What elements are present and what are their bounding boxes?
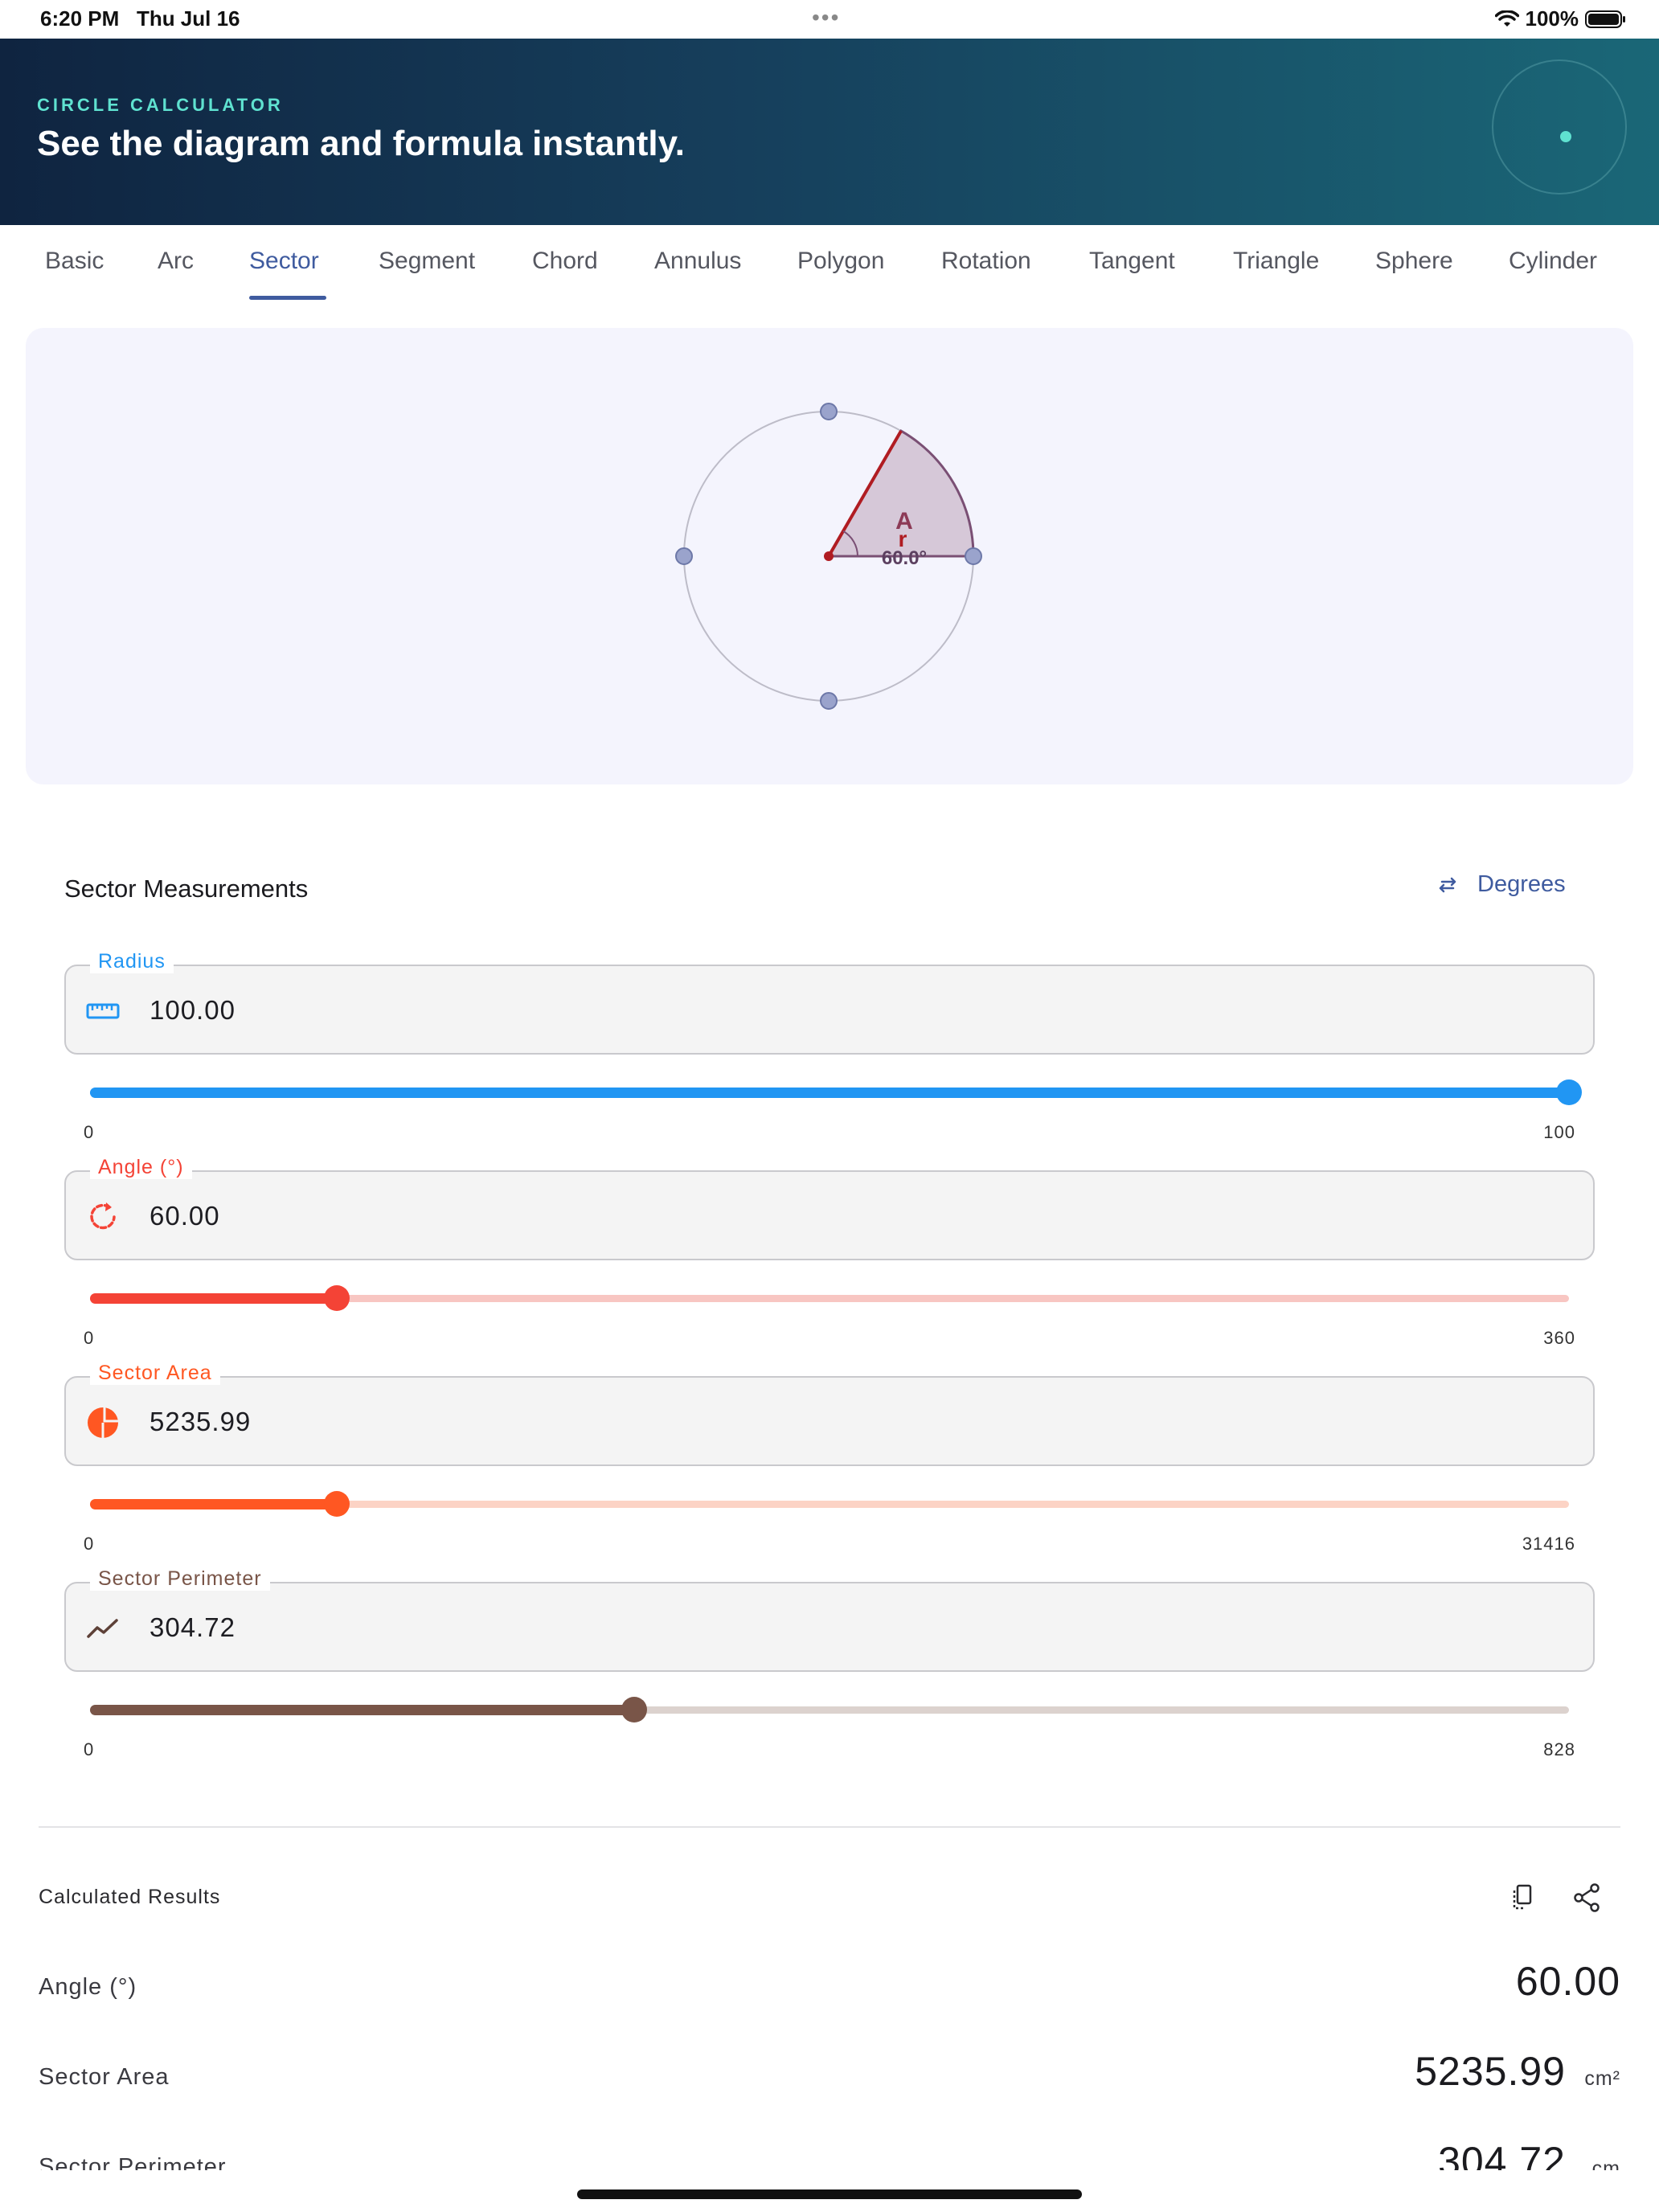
decorative-ring: [1492, 59, 1627, 195]
angle-input[interactable]: [150, 1201, 1436, 1231]
sector-area-slider-thumb[interactable]: [323, 1491, 350, 1517]
result-area-value: 5235.99: [1415, 2049, 1566, 2094]
radius-field[interactable]: Radius: [64, 950, 1595, 1055]
sector-area-slider[interactable]: [90, 1488, 1569, 1520]
sector-area-max-label: 31416: [1522, 1534, 1575, 1554]
trend-line-icon: [87, 1619, 118, 1638]
center-point: [824, 551, 834, 561]
angle-slider-fill: [90, 1293, 337, 1304]
multitasking-dots-icon[interactable]: •••: [812, 5, 840, 31]
tab-cylinder[interactable]: Cylinder: [1509, 248, 1597, 275]
sector-perimeter-field[interactable]: Sector Perimeter: [64, 1567, 1595, 1672]
swap-arrows-icon: [1439, 877, 1456, 892]
pie-chart-icon: [88, 1407, 118, 1438]
status-date-text: Thu Jul 16: [136, 6, 240, 31]
tab-triangle[interactable]: Triangle: [1233, 248, 1319, 275]
angle-field[interactable]: Angle (°): [64, 1156, 1595, 1260]
decorative-dot: [1560, 131, 1571, 142]
battery-percent: 100%: [1525, 6, 1579, 31]
active-tab-indicator: [249, 296, 326, 300]
app-header: CIRCLE CALCULATOR See the diagram and fo…: [0, 39, 1659, 225]
tab-sphere[interactable]: Sphere: [1375, 248, 1453, 275]
tab-basic[interactable]: Basic: [45, 248, 104, 275]
sector-perimeter-label: Sector Perimeter: [90, 1567, 270, 1591]
tab-bar: Basic Arc Sector Segment Chord Annulus P…: [0, 225, 1659, 302]
battery-icon: [1585, 10, 1625, 28]
tab-tangent[interactable]: Tangent: [1089, 248, 1175, 275]
section-title: Sector Measurements: [64, 875, 309, 903]
handle-right[interactable]: [965, 547, 982, 565]
handle-top[interactable]: [820, 403, 838, 420]
sector-diagram-card: A r 60.0°: [26, 328, 1633, 784]
radius-label: Radius: [90, 950, 174, 973]
section-divider: [39, 1826, 1620, 1828]
angle-min-label: 0: [84, 1328, 95, 1348]
sector-area-field[interactable]: Sector Area: [64, 1362, 1595, 1466]
result-area-label: Sector Area: [39, 2064, 170, 2090]
copy-icon[interactable]: [1506, 1881, 1540, 1915]
result-angle-label: Angle (°): [39, 1974, 137, 2000]
radius-slider-thumb[interactable]: [1556, 1079, 1582, 1105]
app-kicker: CIRCLE CALCULATOR: [37, 95, 284, 115]
tab-polygon[interactable]: Polygon: [797, 248, 884, 275]
result-area-unit: cm²: [1584, 2067, 1620, 2090]
radius-slider-fill: [90, 1088, 1569, 1098]
unit-toggle-button[interactable]: Degrees: [1436, 871, 1566, 898]
angle-label: Angle (°): [90, 1156, 192, 1179]
angle-label: 60.0°: [882, 547, 927, 569]
tab-rotation[interactable]: Rotation: [941, 248, 1031, 275]
tab-arc[interactable]: Arc: [158, 248, 194, 275]
share-icon[interactable]: [1571, 1881, 1604, 1915]
sector-perimeter-slider-thumb[interactable]: [621, 1697, 648, 1722]
radius-input[interactable]: [150, 995, 1436, 1026]
status-bar: 6:20 PM Thu Jul 16 ••• 100%: [0, 0, 1659, 39]
sector-perimeter-slider-fill: [90, 1705, 635, 1715]
tab-segment[interactable]: Segment: [379, 248, 475, 275]
sector-diagram[interactable]: A r 60.0°: [26, 328, 1633, 784]
status-indicators: 100%: [1494, 6, 1628, 31]
tab-sector[interactable]: Sector: [249, 248, 319, 275]
sector-perimeter-input[interactable]: [150, 1612, 1436, 1643]
handle-bottom[interactable]: [820, 692, 838, 710]
tab-chord[interactable]: Chord: [532, 248, 598, 275]
angle-max-label: 360: [1543, 1328, 1575, 1348]
unit-toggle-label: Degrees: [1477, 871, 1566, 897]
sector-perimeter-min-label: 0: [84, 1739, 95, 1759]
sector-perimeter-slider[interactable]: [90, 1694, 1569, 1726]
radius-slider[interactable]: [90, 1076, 1582, 1108]
sector-area-slider-fill: [90, 1499, 337, 1509]
home-indicator[interactable]: [577, 2189, 1082, 2199]
sector-area-label: Sector Area: [90, 1362, 220, 1385]
tab-annulus[interactable]: Annulus: [654, 248, 741, 275]
status-time-text: 6:20 PM: [40, 6, 120, 31]
sector-perimeter-max-label: 828: [1543, 1739, 1575, 1759]
result-angle-value: 60.00: [1515, 1959, 1620, 2004]
status-time: 6:20 PM Thu Jul 16: [40, 6, 240, 31]
ruler-icon: [86, 1003, 120, 1019]
radius-max-label: 100: [1543, 1122, 1575, 1142]
angle-slider-thumb[interactable]: [323, 1285, 350, 1311]
sector-area-input[interactable]: [150, 1407, 1436, 1437]
wifi-icon: [1494, 10, 1519, 27]
rotate-icon: [90, 1202, 116, 1230]
angle-slider[interactable]: [90, 1282, 1569, 1314]
page-title: See the diagram and formula instantly.: [37, 124, 686, 163]
handle-left[interactable]: [675, 547, 693, 565]
results-title: Calculated Results: [39, 1886, 221, 1908]
sector-area-min-label: 0: [84, 1534, 95, 1554]
radius-min-label: 0: [84, 1122, 95, 1142]
